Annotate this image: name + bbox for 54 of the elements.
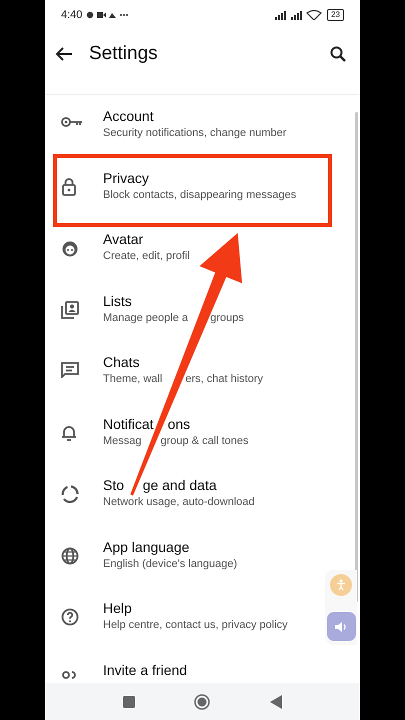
settings-item[interactable]: App language English (device's language): [45, 526, 360, 587]
item-subtitle: Messag: [103, 434, 143, 448]
item-subtitle: Help centre, contact us, privacy policy: [103, 618, 288, 633]
globe-icon: [61, 546, 79, 564]
search-icon[interactable]: [330, 46, 346, 62]
settings-item[interactable]: Account Security notifications, change number: [45, 95, 360, 156]
help-icon: [61, 608, 79, 626]
item-subtitle: Network usage, auto-download: [103, 495, 255, 510]
settings-item[interactable]: Notificat ons Messag group & call tones: [45, 402, 360, 464]
avatar-icon: [61, 239, 79, 257]
item-title: Help: [103, 599, 132, 617]
signal-icon: [275, 10, 324, 20]
item-subtitle: English (device's language): [103, 556, 238, 572]
item-title: Sto: [103, 476, 126, 494]
bell-icon: [61, 424, 77, 442]
item-title: App language: [103, 538, 190, 556]
key-icon: [61, 116, 83, 128]
item-title: Avatar: [103, 230, 144, 248]
item-title: Privacy: [103, 168, 149, 186]
notification-icons: [86, 11, 130, 19]
back-nav-icon[interactable]: [270, 694, 282, 708]
item-subtitle: Theme, wall: [103, 372, 164, 387]
item-subtitle: Security notifications, change number: [103, 126, 286, 141]
item-title: Chats: [103, 353, 140, 371]
item-subtitle: group & call tones: [160, 434, 249, 448]
battery-indicator: 23: [327, 9, 344, 21]
item-title: Lists: [103, 292, 132, 310]
person-icon: [336, 579, 346, 591]
recents-icon[interactable]: [122, 696, 135, 708]
settings-item[interactable]: Invite a friend: [45, 648, 360, 683]
people-icon: [61, 670, 79, 680]
settings-item[interactable]: Help Help centre, contact us, privacy policy: [45, 587, 360, 648]
settings-item[interactable]: Chats Theme, wall ers, chat history: [45, 341, 360, 402]
status-time: 4:40: [61, 8, 82, 23]
item-subtitle: Create, edit, profil: [103, 249, 190, 264]
item-title: ge and data: [142, 476, 217, 494]
item-title: ons: [168, 414, 190, 432]
item-subtitle: Manage people a: [103, 310, 190, 326]
item-subtitle: Block contacts, disappearing messages: [103, 188, 296, 202]
item-subtitle: groups: [210, 310, 244, 326]
lock-icon: [61, 178, 77, 196]
home-icon[interactable]: [194, 694, 210, 710]
back-icon[interactable]: [55, 47, 73, 61]
settings-item[interactable]: Sto ge and data Network usage, auto-download: [45, 464, 360, 526]
page-title: Settings: [89, 42, 159, 66]
item-title: Account: [103, 107, 154, 125]
contacts-list-icon: [61, 300, 79, 318]
item-subtitle: ers, chat history: [185, 372, 264, 387]
item-title: Invite a friend: [103, 660, 188, 678]
settings-item[interactable]: Lists Manage people a groups: [45, 280, 360, 341]
scrollbar[interactable]: [355, 112, 358, 602]
chat-icon: [61, 362, 79, 378]
speaker-icon: [334, 620, 348, 632]
item-title: Notificat: [103, 414, 154, 432]
